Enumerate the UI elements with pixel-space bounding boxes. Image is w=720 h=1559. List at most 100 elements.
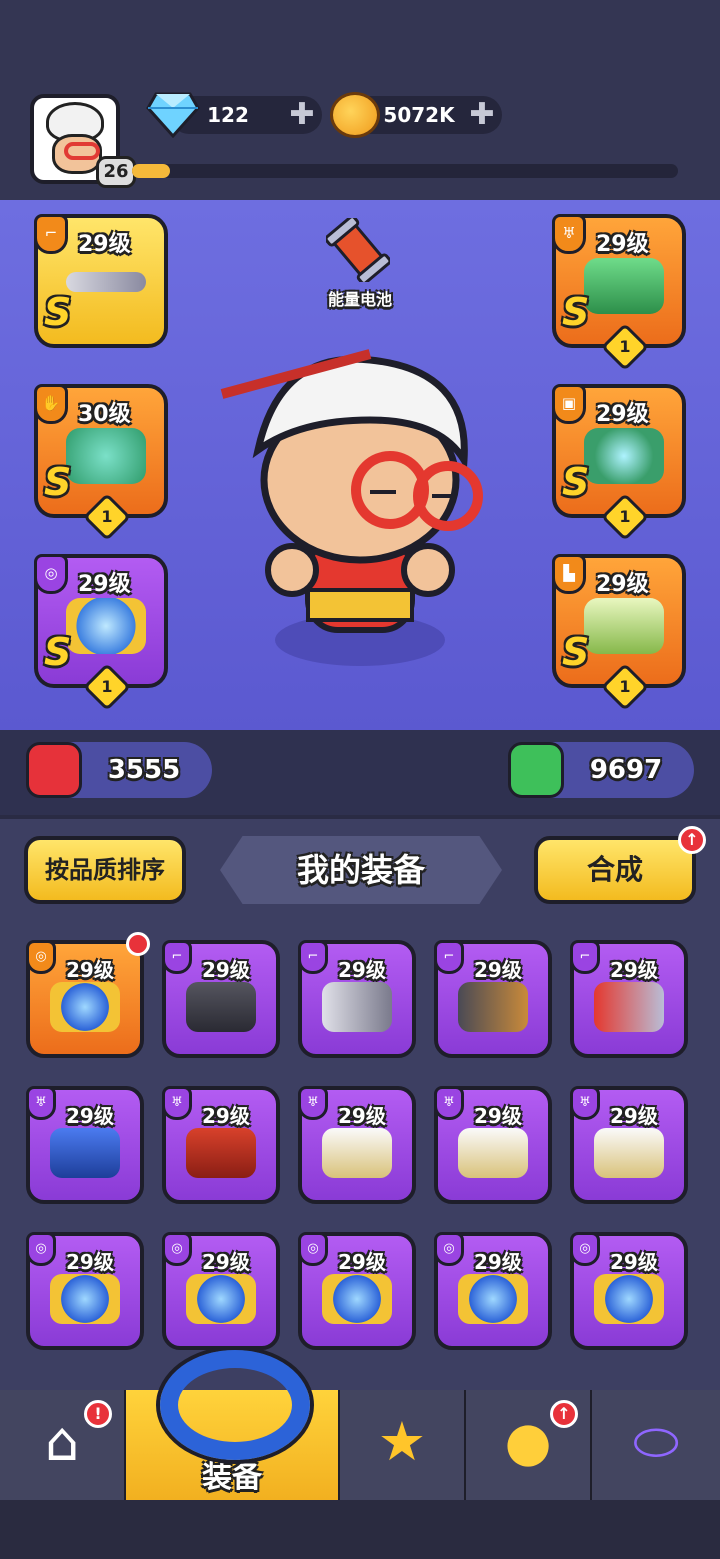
- avatar-glasses: [64, 142, 100, 160]
- equip-slot-boots[interactable]: ▙ 29级 S 1: [552, 554, 686, 712]
- ring-type-icon: ◎: [570, 1232, 600, 1266]
- slot-grade: S: [562, 290, 590, 334]
- item-level: 29级: [66, 1250, 114, 1274]
- ring-type-icon: ◎: [26, 1232, 56, 1266]
- coat-type-icon: ♅: [570, 1086, 600, 1120]
- coin-icon: [330, 92, 380, 138]
- shotgun-type-icon: ⌐: [434, 940, 464, 974]
- vest-type-icon: ♅: [162, 1086, 192, 1120]
- equip-slot-glove[interactable]: ✋ 30级 S 1: [34, 384, 168, 542]
- player-level-badge: 26: [96, 156, 136, 188]
- slot-grade: S: [562, 630, 590, 674]
- inventory-item[interactable]: ♅ 29级: [434, 1086, 552, 1204]
- coat-icon: [458, 1128, 528, 1178]
- item-level: 29级: [202, 1104, 250, 1128]
- inventory-item[interactable]: ♅ 29级: [570, 1086, 688, 1204]
- attack-stat: 3555: [26, 742, 212, 798]
- inventory-item[interactable]: ⌐ 29级: [570, 940, 688, 1058]
- coat-icon: [594, 1128, 664, 1178]
- item-level: 29级: [202, 958, 250, 982]
- coat-type-icon: ♅: [434, 1086, 464, 1120]
- inventory-item[interactable]: ♅ 29级: [162, 1086, 280, 1204]
- boots-icon: [584, 598, 664, 654]
- inventory-item[interactable]: ◎ 29级: [434, 1232, 552, 1350]
- slot-level: 29级: [78, 572, 131, 597]
- energy-battery-label: 能量电池: [327, 290, 392, 309]
- weapon-type-icon: ⌐: [34, 214, 68, 254]
- inventory-item[interactable]: ◎ 29级: [570, 1232, 688, 1350]
- equip-slot-weapon[interactable]: ⌐ 29级 S: [34, 214, 168, 348]
- equip-slot-ring[interactable]: ◎ 29级 S 1: [34, 554, 168, 712]
- attack-value: 3555: [107, 755, 181, 785]
- inventory-item[interactable]: ♅ 29级: [298, 1086, 416, 1204]
- ring-type-icon: ◎: [298, 1232, 328, 1266]
- pets-alert-badge: ↑: [550, 1400, 578, 1428]
- nav-tab-capsule[interactable]: ⬭: [592, 1390, 720, 1500]
- inventory-item[interactable]: ◎ 29级: [26, 1232, 144, 1350]
- slot-level: 29级: [596, 402, 649, 427]
- belt-icon: [584, 428, 664, 484]
- sword-icon: [26, 742, 82, 798]
- gauntlet-icon: [66, 428, 146, 484]
- sort-by-quality-button[interactable]: 按品质排序: [24, 836, 186, 904]
- diamond-icon: [146, 92, 200, 138]
- glove-type-icon: ✋: [34, 384, 68, 424]
- item-level: 29级: [474, 958, 522, 982]
- vest-icon: [186, 1128, 256, 1178]
- equip-slot-armor[interactable]: ♅ 29级 S 1: [552, 214, 686, 372]
- ring-icon: [160, 1350, 310, 1460]
- slot-grade: S: [562, 460, 590, 504]
- knife-type-icon: ⌐: [298, 940, 328, 974]
- equip-slot-belt[interactable]: ▣ 29级 S 1: [552, 384, 686, 542]
- inventory-item[interactable]: ⌐ 29级: [162, 940, 280, 1058]
- add-coins-button[interactable]: ✚: [468, 100, 496, 130]
- item-level: 29级: [610, 958, 658, 982]
- wand-icon: [594, 982, 664, 1032]
- pistol-type-icon: ⌐: [162, 940, 192, 974]
- inventory-item[interactable]: ◎ 29级: [298, 1232, 416, 1350]
- ring-icon: [186, 1274, 256, 1324]
- hp-stat: 9697: [508, 742, 694, 798]
- item-level: 29级: [610, 1250, 658, 1274]
- slot-level: 30级: [78, 402, 131, 427]
- slot-level: 29级: [78, 232, 131, 257]
- inventory-item[interactable]: ⌐ 29级: [434, 940, 552, 1058]
- ring-type-icon: ◎: [434, 1232, 464, 1266]
- ring-icon: [50, 982, 120, 1032]
- inventory-item[interactable]: ⌐ 29级: [298, 940, 416, 1058]
- item-level: 29级: [474, 1250, 522, 1274]
- add-gems-button[interactable]: ✚: [288, 100, 316, 130]
- item-alert-badge: [126, 932, 150, 956]
- item-level: 29级: [338, 1104, 386, 1128]
- energy-battery-icon[interactable]: [326, 218, 390, 282]
- crest-ring-icon: [66, 598, 146, 654]
- coin-count: 5072K: [383, 103, 455, 127]
- slot-level: 29级: [596, 572, 649, 597]
- ring-type-icon: ◎: [162, 1232, 192, 1266]
- slot-level: 29级: [596, 232, 649, 257]
- shotgun-icon: [458, 982, 528, 1032]
- slot-grade: S: [44, 290, 72, 334]
- ring-icon: [322, 1274, 392, 1324]
- inventory-item[interactable]: ◎ 29级: [26, 932, 150, 1058]
- ring-type-icon: ◎: [34, 554, 68, 594]
- inventory-item[interactable]: ◎ 29级: [162, 1232, 280, 1350]
- star-weapons-icon: ★: [377, 1410, 427, 1473]
- merge-button[interactable]: 合成: [534, 836, 696, 904]
- inventory-item[interactable]: ♅ 29级: [26, 1086, 144, 1204]
- item-level: 29级: [66, 958, 114, 982]
- item-level: 29级: [202, 1250, 250, 1274]
- armor-type-icon: ♅: [552, 214, 586, 254]
- cape-type-icon: ♅: [26, 1086, 56, 1120]
- slot-grade: S: [44, 460, 72, 504]
- coat-icon: [322, 1128, 392, 1178]
- item-level: 29级: [338, 958, 386, 982]
- nav-tab-weapons[interactable]: ★: [340, 1390, 466, 1500]
- item-level: 29级: [338, 1250, 386, 1274]
- slot-grade: S: [44, 630, 72, 674]
- knife-icon: [322, 982, 392, 1032]
- dagger-icon: [66, 272, 146, 292]
- pistol-icon: [186, 982, 256, 1032]
- heart-icon: [508, 742, 564, 798]
- boots-type-icon: ▙: [552, 554, 586, 594]
